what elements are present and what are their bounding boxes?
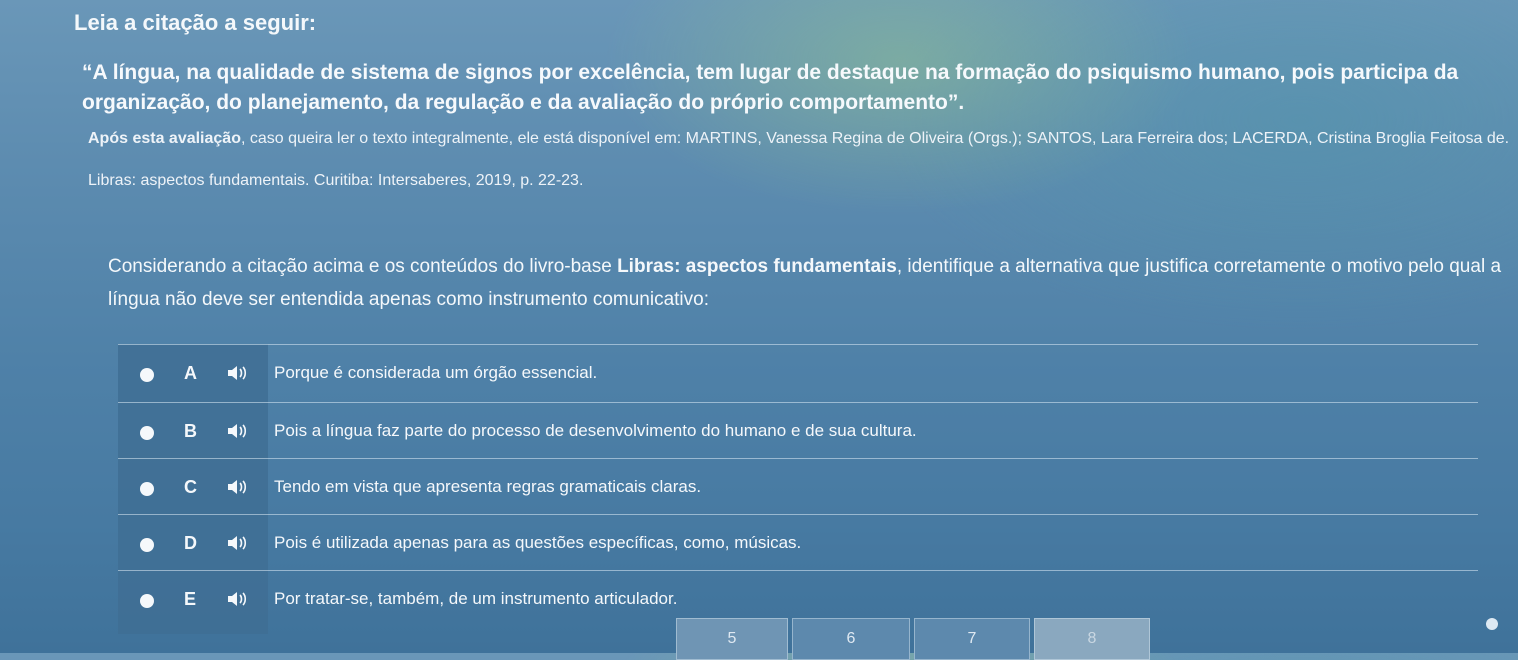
option-letter: A [184, 363, 197, 383]
radio-dot[interactable] [140, 538, 154, 552]
option-d[interactable]: D Pois é utilizada apenas para as questõ… [118, 514, 1478, 571]
option-text: Porque é considerada um órgão essencial. [274, 363, 598, 382]
speaker-icon[interactable] [226, 590, 248, 608]
option-c[interactable]: C Tendo em vista que apresenta regras gr… [118, 458, 1478, 515]
question-before: Considerando a citação acima e os conteú… [108, 256, 618, 277]
reference-body: , caso queira ler o texto integralmente,… [88, 130, 1510, 189]
quote-text: “A língua, na qualidade de sistema de si… [82, 61, 1459, 114]
option-letter: C [184, 477, 197, 497]
option-a[interactable]: A Porque é considerada um órgão essencia… [118, 344, 1478, 401]
option-b[interactable]: B Pois a língua faz parte do processo de… [118, 402, 1478, 459]
page-button-8[interactable]: 8 [1034, 618, 1150, 660]
speaker-icon[interactable] [226, 534, 248, 552]
option-letter: D [184, 533, 197, 553]
radio-dot[interactable] [140, 368, 154, 382]
option-text: Pois a língua faz parte do processo de d… [274, 421, 917, 440]
radio-dot[interactable] [140, 482, 154, 496]
option-letter: E [184, 589, 197, 609]
radio-dot[interactable] [140, 426, 154, 440]
reference-lead: Após esta avaliação [88, 130, 241, 147]
corner-mark [1486, 618, 1498, 630]
radio-dot[interactable] [140, 594, 154, 608]
speaker-icon[interactable] [226, 478, 248, 496]
speaker-icon[interactable] [226, 364, 248, 382]
option-text: Tendo em vista que apresenta regras gram… [274, 477, 702, 496]
option-text: Pois é utilizada apenas para as questões… [274, 533, 802, 552]
page-button-7[interactable]: 7 [914, 618, 1030, 660]
question-text: Considerando a citação acima e os conteú… [108, 250, 1508, 316]
options-list: A Porque é considerada um órgão essencia… [118, 322, 1478, 634]
page-button-6[interactable]: 6 [792, 618, 910, 660]
page-button-5[interactable]: 5 [676, 618, 788, 660]
option-letter: B [184, 421, 197, 441]
prompt-label: Leia a citação a seguir: [74, 10, 317, 35]
option-text: Por tratar-se, também, de um instrumento… [274, 589, 678, 608]
reference-text: Após esta avaliação, caso queira ler o t… [88, 118, 1518, 202]
question-book-title: Libras: aspectos fundamentais [617, 256, 897, 277]
speaker-icon[interactable] [226, 422, 248, 440]
